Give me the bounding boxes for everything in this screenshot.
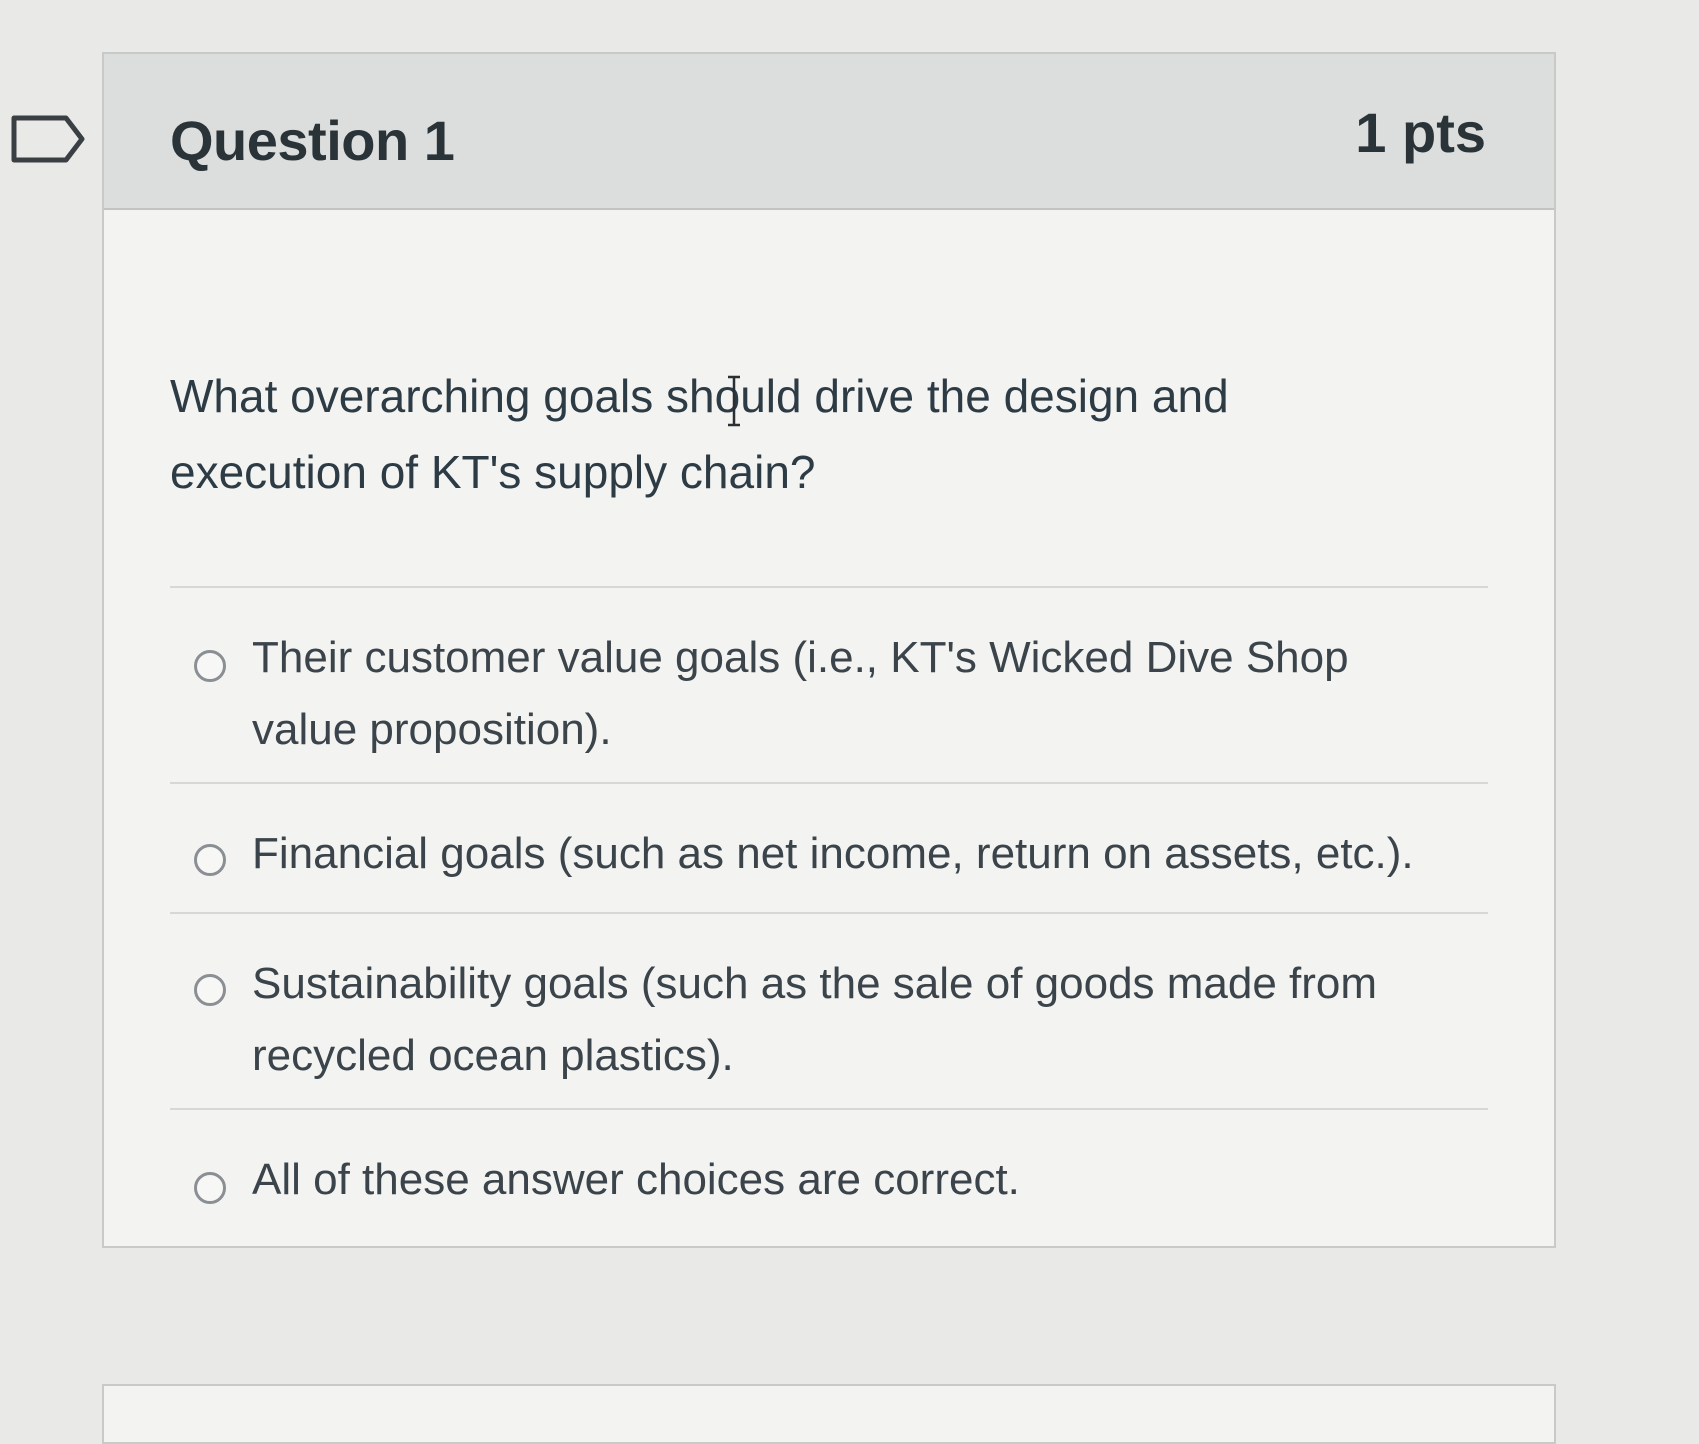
- answer-label: Sustainability goals (such as the sale o…: [252, 959, 1378, 1080]
- answer-option-3[interactable]: Sustainability goals (such as the sale o…: [170, 922, 1488, 1108]
- text-cursor-icon: [728, 375, 740, 427]
- answer-label: Financial goals (such as net income, ret…: [252, 829, 1414, 878]
- divider: [170, 782, 1488, 784]
- next-question-card: [102, 1384, 1556, 1444]
- answer-option-2[interactable]: Financial goals (such as net income, ret…: [170, 792, 1488, 912]
- answer-label: All of these answer choices are correct.: [252, 1155, 1020, 1204]
- question-title: Question 1: [170, 109, 455, 172]
- question-header: Question 1 1 pts: [104, 54, 1554, 210]
- question-card: Question 1 1 pts What overarching goals …: [102, 52, 1556, 1248]
- radio-button[interactable]: [194, 1172, 226, 1204]
- flag-question-icon[interactable]: [8, 112, 88, 166]
- radio-button[interactable]: [194, 844, 226, 876]
- answer-label: Their customer value goals (i.e., KT's W…: [252, 633, 1349, 754]
- divider: [170, 1108, 1488, 1110]
- radio-button[interactable]: [194, 650, 226, 682]
- divider: [170, 912, 1488, 914]
- answer-option-4[interactable]: All of these answer choices are correct.: [170, 1118, 1488, 1238]
- question-points: 1 pts: [1355, 101, 1486, 164]
- radio-button[interactable]: [194, 974, 226, 1006]
- answer-option-1[interactable]: Their customer value goals (i.e., KT's W…: [170, 596, 1488, 782]
- divider: [170, 586, 1488, 588]
- question-text: What overarching goals should drive the …: [170, 370, 1229, 498]
